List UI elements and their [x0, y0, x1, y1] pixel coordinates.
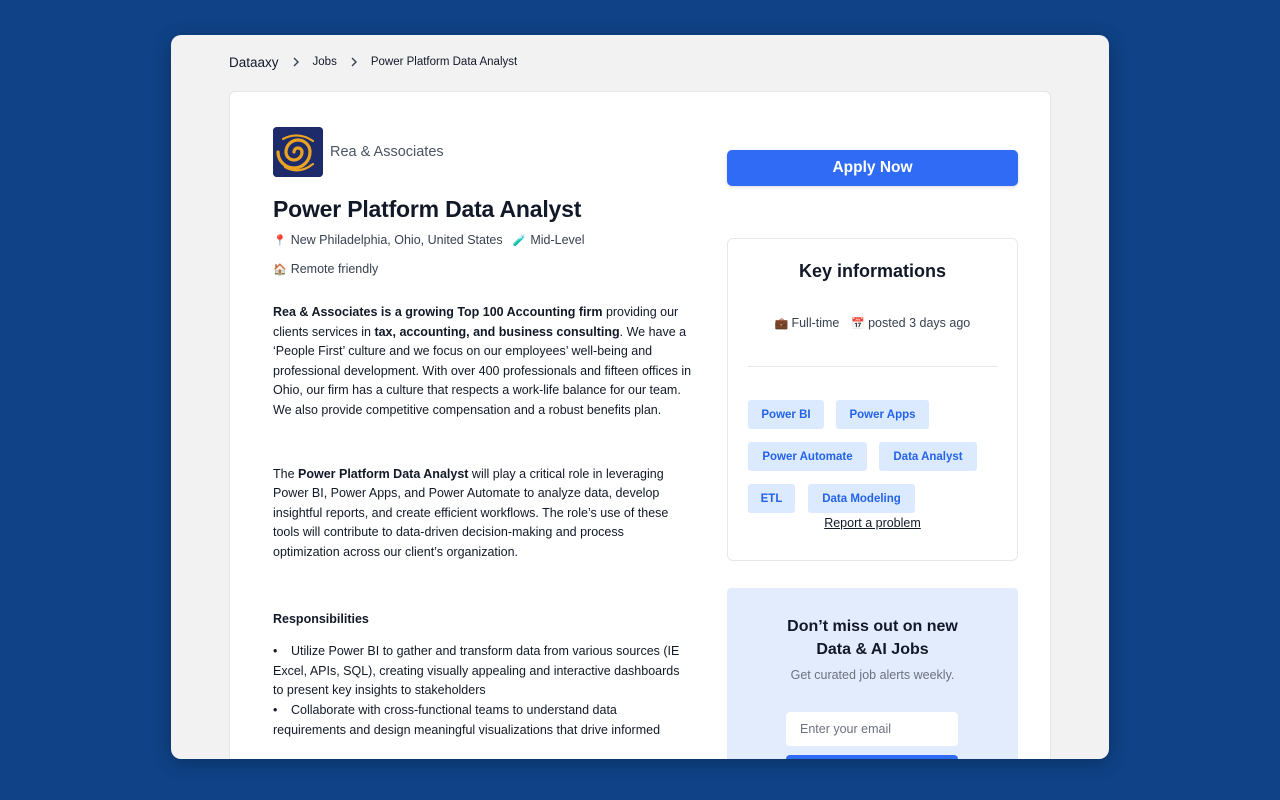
browser-window: Dataaxy Jobs Power Platform Data Analyst [171, 35, 1109, 759]
job-details: Rea & Associates Power Platform Data Ana… [273, 127, 693, 740]
job-description: Rea & Associates is a growing Top 100 Ac… [273, 303, 693, 740]
job-card: Rea & Associates Power Platform Data Ana… [229, 91, 1051, 759]
company-header: Rea & Associates [273, 127, 693, 177]
list-item-text: Collaborate with cross-functional teams … [273, 702, 661, 737]
tag-power-automate[interactable]: Power Automate [748, 442, 867, 471]
bullet: • [273, 702, 278, 717]
job-sidebar: Apply Now Key informations 💼 Full-time 📅… [727, 150, 1018, 759]
house-icon: 🏠 [273, 263, 287, 276]
employment-type: 💼 Full-time [775, 316, 840, 330]
key-informations-title: Key informations [798, 261, 947, 281]
briefcase-icon: 💼 [774, 317, 789, 330]
breadcrumb-jobs-link[interactable]: Jobs [313, 56, 337, 68]
apply-now-button[interactable]: Apply Now [727, 150, 1018, 186]
newsletter-title: Don’t miss out on new Data & AI Jobs [727, 615, 1018, 661]
remote-meta: 🏠 Remote friendly [273, 259, 693, 279]
tag-power-bi[interactable]: Power BI [748, 400, 824, 429]
newsletter-title-line: Data & AI Jobs [816, 641, 929, 658]
tag-etl[interactable]: ETL [748, 484, 795, 513]
description-paragraph: Rea & Associates is a growing Top 100 Ac… [273, 303, 693, 421]
breadcrumb-home-link[interactable]: Dataaxy [229, 55, 279, 70]
company-logo[interactable] [273, 127, 323, 177]
chevron-right-icon [337, 57, 371, 67]
job-meta: 📍 New Philadelphia, Ohio, United States … [273, 230, 693, 250]
calendar-icon: 📅 [851, 317, 866, 330]
list-item-text: Utilize Power BI to gather and transform… [273, 644, 680, 698]
tag-power-apps[interactable]: Power Apps [836, 400, 929, 429]
newsletter-panel: Don’t miss out on new Data & AI Jobs Get … [727, 588, 1018, 759]
tag-data-analyst[interactable]: Data Analyst [879, 442, 977, 471]
location-text: New Philadelphia, Ohio, United States [290, 233, 503, 247]
newsletter-subtitle: Get curated job alerts weekly. [790, 668, 955, 682]
chevron-right-icon [279, 57, 313, 67]
bold-text: Power Platform Data Analyst [298, 466, 469, 481]
list-item: • Collaborate with cross-functional teams… [273, 701, 693, 740]
key-informations-panel: Key informations 💼 Full-time 📅 posted 3 … [727, 238, 1018, 561]
tag-data-modeling[interactable]: Data Modeling [808, 484, 915, 513]
breadcrumb: Dataaxy Jobs Power Platform Data Analyst [229, 54, 517, 70]
employment-text: Full-time [791, 316, 840, 330]
bold-text: tax, accounting, and business consulting [374, 324, 620, 339]
location: 📍 New Philadelphia, Ohio, United States [273, 233, 503, 247]
responsibilities-heading: Responsibilities [273, 611, 369, 626]
job-title: Power Platform Data Analyst [273, 196, 582, 222]
posted-text: posted 3 days ago [868, 316, 971, 330]
newsletter-title-line: Don’t miss out on new [787, 618, 958, 635]
description-paragraph: The Power Platform Data Analyst will pla… [273, 465, 693, 563]
remote: 🏠 Remote friendly [273, 262, 378, 276]
level: 🧪 Mid-Level [513, 233, 585, 247]
report-problem-link[interactable]: Report a problem [728, 516, 1017, 530]
divider [748, 366, 997, 367]
level-text: Mid-Level [530, 233, 585, 247]
posted-date: 📅 posted 3 days ago [851, 316, 970, 330]
test-tube-icon: 🧪 [512, 234, 527, 247]
remote-text: Remote friendly [290, 262, 379, 276]
subscribe-button[interactable] [786, 755, 958, 759]
bullet: • [273, 644, 278, 659]
company-name[interactable]: Rea & Associates [330, 144, 444, 160]
bold-text: Rea & Associates is a growing Top 100 Ac… [273, 305, 603, 319]
text: The [273, 466, 299, 481]
job-facts: 💼 Full-time 📅 posted 3 days ago [728, 316, 1017, 330]
responsibilities-list: • Utilize Power BI to gather and transfor… [273, 642, 693, 740]
email-input[interactable] [786, 712, 958, 746]
breadcrumb-current: Power Platform Data Analyst [370, 56, 518, 68]
list-item: • Utilize Power BI to gather and transfor… [273, 642, 693, 701]
pin-icon: 📍 [273, 234, 287, 247]
